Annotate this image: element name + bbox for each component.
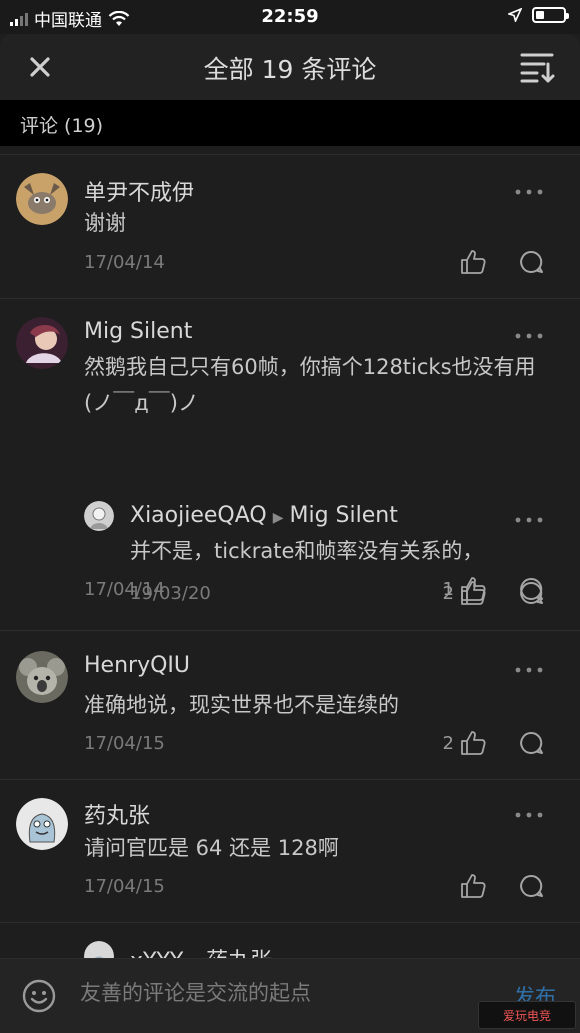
username[interactable]: Mig Silent (84, 319, 192, 344)
avatar[interactable] (84, 941, 114, 959)
thumbs-up-icon[interactable] (460, 730, 486, 756)
reply-arrow-icon: ▶ (272, 510, 284, 526)
more-icon[interactable] (514, 515, 544, 525)
header: 全部 19 条评论 (0, 34, 580, 100)
reply-item: xYYY▶药丸张 (0, 923, 580, 959)
thumbs-up-icon[interactable] (460, 580, 486, 606)
comment-text: 准确地说，现实世界也不是连续的 (84, 693, 399, 717)
username[interactable]: 药丸张 (84, 798, 150, 830)
comment-count-bar: 评论 (19) (0, 100, 580, 146)
username[interactable]: XiaojieeQAQ (130, 503, 267, 528)
reply-username: XiaojieeQAQ ▶ Mig Silent (130, 503, 398, 528)
avatar[interactable] (84, 501, 114, 531)
comment-input-bar: 发布 爱玩电竞 (0, 958, 580, 1033)
comment-text: 然鹅我自己只有60帧，你搞个128ticks也没有用(ノ￣д￣)ノ (84, 355, 536, 415)
reply-target[interactable]: Mig Silent (290, 503, 398, 528)
avatar[interactable] (16, 651, 68, 703)
username[interactable]: HenryQIU (84, 653, 190, 678)
status-right (508, 7, 569, 23)
reply-item: XiaojieeQAQ ▶ Mig Silent 并不是，tickrate和帧率没有… (0, 483, 580, 629)
more-icon[interactable] (514, 331, 544, 341)
reply-icon[interactable] (518, 249, 544, 275)
status-bar: 中国联通 22:59 (0, 0, 580, 34)
reply-icon[interactable] (518, 873, 544, 899)
comment-input[interactable] (80, 981, 480, 1005)
comment-date: 17/04/15 (84, 876, 165, 897)
username[interactable]: 单尹不成伊 (84, 175, 194, 207)
thumbs-up-icon[interactable] (460, 873, 486, 899)
comment-date: 17/04/14 (84, 252, 165, 273)
more-icon[interactable] (514, 810, 544, 820)
comment-item: 药丸张 请问官匹是 64 还是 128啊 17/04/15 (0, 780, 580, 923)
comment-item: HenryQIU 准确地说，现实世界也不是连续的 17/04/15 2 (0, 631, 580, 780)
comment-count-label: 评论 (19) (20, 115, 104, 137)
reply-icon[interactable] (518, 580, 544, 606)
comment-text: 谢谢 (84, 211, 126, 235)
more-icon[interactable] (514, 187, 544, 197)
location-icon (508, 8, 522, 22)
avatar[interactable] (16, 317, 68, 369)
comment-date: 17/04/15 (84, 733, 165, 754)
battery-fill (536, 11, 544, 19)
battery-icon (532, 7, 569, 23)
avatar[interactable] (16, 798, 68, 850)
reply-username: xYYY▶药丸张 (130, 943, 272, 959)
comment-date: 19/03/20 (130, 583, 211, 604)
comment-list[interactable]: 单尹不成伊 谢谢 17/04/14 Mig Silent 然鹅我自己只有60帧，… (0, 154, 580, 959)
avatar[interactable] (16, 173, 68, 225)
reply-icon[interactable] (518, 730, 544, 756)
more-icon[interactable] (514, 665, 544, 675)
status-time: 22:59 (261, 6, 319, 27)
comment-item: 单尹不成伊 谢谢 17/04/14 (0, 155, 580, 299)
like-count: 2 (442, 733, 454, 754)
watermark-logo: 爱玩电竞 (478, 1001, 576, 1029)
comment-text: 请问官匹是 64 还是 128啊 (84, 836, 339, 860)
page-title: 全部 19 条评论 (203, 55, 377, 84)
like-count: 2 (442, 583, 454, 604)
emoji-icon[interactable] (22, 979, 56, 1013)
thumbs-up-icon[interactable] (460, 249, 486, 275)
comment-text: 并不是，tickrate和帧率没有关系的， (130, 539, 484, 563)
sort-icon[interactable] (520, 50, 556, 84)
